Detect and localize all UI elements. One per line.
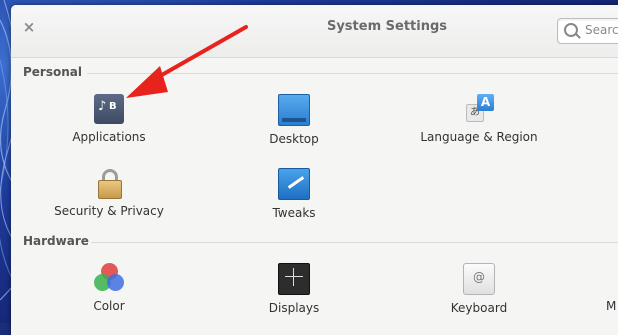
annotation-arrow-icon: [126, 25, 248, 98]
